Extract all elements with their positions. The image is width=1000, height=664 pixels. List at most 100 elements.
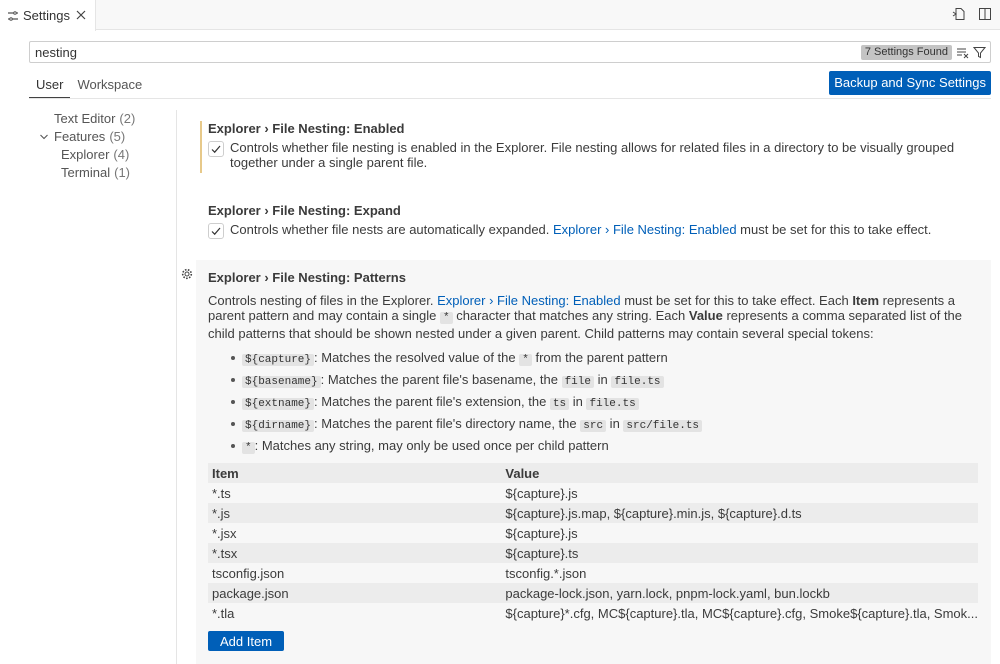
row-value: tsconfig.*.json: [505, 565, 587, 581]
toc-item-text-editor[interactable]: Text Editor (2): [30, 110, 170, 128]
split-editor-icon[interactable]: [978, 7, 992, 21]
row-value: ${capture}.js: [505, 525, 578, 541]
table-row[interactable]: *.tla ${capture}*.cfg, MC${capture}.tla, …: [208, 603, 978, 623]
editor-tab-bar: Settings: [0, 0, 1000, 31]
setting-category: Explorer › File Nesting:: [208, 203, 354, 218]
scope-divider: [29, 98, 991, 99]
list-item-text: in: [606, 416, 624, 431]
tab-label: Settings: [23, 8, 70, 23]
description-text: Controls nesting of files in the Explore…: [208, 293, 438, 308]
tab-user[interactable]: User: [29, 73, 71, 98]
setting-link[interactable]: Explorer › File Nesting: Enabled: [553, 222, 737, 237]
column-header-value: Value: [501, 463, 978, 483]
inline-code: file.ts: [611, 376, 664, 388]
description-text: character that matches any string. Each: [452, 308, 689, 323]
inline-code: src: [580, 420, 607, 432]
table-row[interactable]: *.ts ${capture}.js: [208, 483, 978, 503]
settings-sliders-icon: [7, 10, 19, 22]
setting-description: Controls whether file nests are automati…: [230, 222, 931, 239]
backup-sync-button[interactable]: Backup and Sync Settings: [829, 71, 991, 95]
patterns-table: Item Value *.ts ${capture}.js *.js ${captu…: [208, 463, 978, 623]
list-item-text: in: [569, 394, 587, 409]
table-row[interactable]: *.jsx ${capture}.js: [208, 523, 978, 543]
tab-workspace[interactable]: Workspace: [70, 73, 149, 98]
row-value: ${capture}.js: [505, 485, 578, 501]
setting-name: Patterns: [353, 270, 406, 285]
toc-item-explorer[interactable]: Explorer (4): [30, 146, 170, 164]
scope-tabs: User Workspace: [29, 73, 149, 98]
bold-item: Item: [852, 293, 880, 308]
inline-code: src/file.ts: [623, 420, 703, 432]
modified-indicator: [200, 121, 202, 173]
setting-file-nesting-enabled: Explorer › File Nesting: Enabled Control…: [200, 121, 991, 173]
list-item-text: : Matches the parent file's extension, t…: [314, 394, 550, 409]
row-item: *.js: [208, 503, 502, 523]
setting-title: Explorer › File Nesting: Enabled: [208, 121, 978, 136]
list-item-text: : Matches the parent file's directory na…: [314, 416, 581, 431]
list-item-text: in: [593, 372, 612, 387]
row-item: tsconfig.json: [212, 565, 285, 581]
list-item: ${basename}: Matches the parent file's b…: [230, 369, 980, 391]
inline-code: ${extname}: [242, 398, 315, 410]
table-row[interactable]: *.js ${capture}.js.map, ${capture}.min.js…: [208, 503, 978, 523]
table-row[interactable]: package.json package-lock.json, yarn.lock…: [208, 583, 978, 603]
chevron-down-icon: [39, 132, 49, 142]
row-item: *.tsx: [208, 543, 502, 563]
table-header-row: Item Value: [208, 463, 978, 483]
toc-item-count: (1): [114, 165, 131, 180]
bold-value: Value: [688, 308, 723, 323]
inline-code: file: [561, 376, 594, 388]
search-input[interactable]: [35, 44, 855, 60]
inline-code: ${dirname}: [242, 420, 315, 432]
filter-icon[interactable]: [973, 46, 986, 59]
toc-item-label: Text Editor: [54, 111, 116, 126]
inline-code: *: [519, 354, 532, 366]
expand-checkbox[interactable]: [208, 223, 224, 239]
toc-item-count: (5): [109, 129, 126, 144]
row-item: package.json: [208, 583, 502, 603]
setting-title: Explorer › File Nesting: Patterns: [208, 270, 980, 285]
setting-title: Explorer › File Nesting: Expand: [208, 203, 978, 218]
tab-settings[interactable]: Settings: [0, 0, 96, 31]
inline-code: file.ts: [586, 398, 639, 410]
description-text: must be set for this to take effect. Eac…: [620, 293, 853, 308]
toc-item-features[interactable]: Features (5): [30, 128, 170, 146]
table-row[interactable]: tsconfig.json tsconfig.*.json: [208, 563, 978, 583]
row-value: ${capture}.ts: [501, 543, 978, 563]
row-item: *.ts: [212, 485, 231, 501]
row-item: *.jsx: [212, 525, 237, 541]
inline-code: ts: [549, 398, 570, 410]
inline-code: ${capture}: [242, 354, 315, 366]
add-item-button[interactable]: Add Item: [208, 631, 285, 651]
list-item: ${capture}: Matches the resolved value o…: [230, 347, 980, 369]
list-item-text: : Matches any string, may only be used o…: [254, 438, 609, 453]
setting-name: Expand: [353, 203, 401, 218]
table-row[interactable]: *.tsx ${capture}.ts: [208, 543, 978, 563]
clear-filter-icon[interactable]: [956, 46, 969, 59]
row-value: package-lock.json, yarn.lock, pnpm-lock.…: [501, 583, 978, 603]
row-value: ${capture}.js.map, ${capture}.min.js, ${…: [501, 503, 978, 523]
description-text: Controls whether file nests are automati…: [230, 222, 554, 237]
list-item: ${dirname}: Matches the parent file's di…: [230, 413, 980, 435]
toc-item-count: (2): [119, 111, 136, 126]
gear-icon[interactable]: [181, 268, 193, 280]
inline-code: *: [439, 312, 453, 324]
settings-search-box: 7 Settings Found: [29, 41, 991, 63]
settings-toc: Text Editor (2) Features (5) Explorer (4) T…: [30, 110, 170, 182]
close-icon[interactable]: [74, 8, 88, 22]
open-settings-json-icon[interactable]: [952, 7, 966, 21]
setting-description: Controls nesting of files in the Explore…: [208, 293, 980, 341]
setting-category: Explorer › File Nesting:: [208, 270, 354, 285]
setting-name: Enabled: [353, 121, 405, 136]
toc-item-count: (4): [113, 147, 130, 162]
toc-item-terminal[interactable]: Terminal (1): [30, 164, 170, 182]
column-header-item: Item: [208, 463, 502, 483]
toc-item-label: Explorer: [61, 147, 110, 162]
toc-divider: [176, 110, 177, 664]
enabled-checkbox[interactable]: [208, 141, 224, 157]
result-count-badge: 7 Settings Found: [860, 45, 952, 60]
toc-item-label: Features: [54, 129, 106, 144]
setting-link[interactable]: Explorer › File Nesting: Enabled: [437, 293, 621, 308]
list-item: *: Matches any string, may only be used …: [230, 435, 980, 457]
list-item-text: : Matches the resolved value of the: [314, 350, 520, 365]
